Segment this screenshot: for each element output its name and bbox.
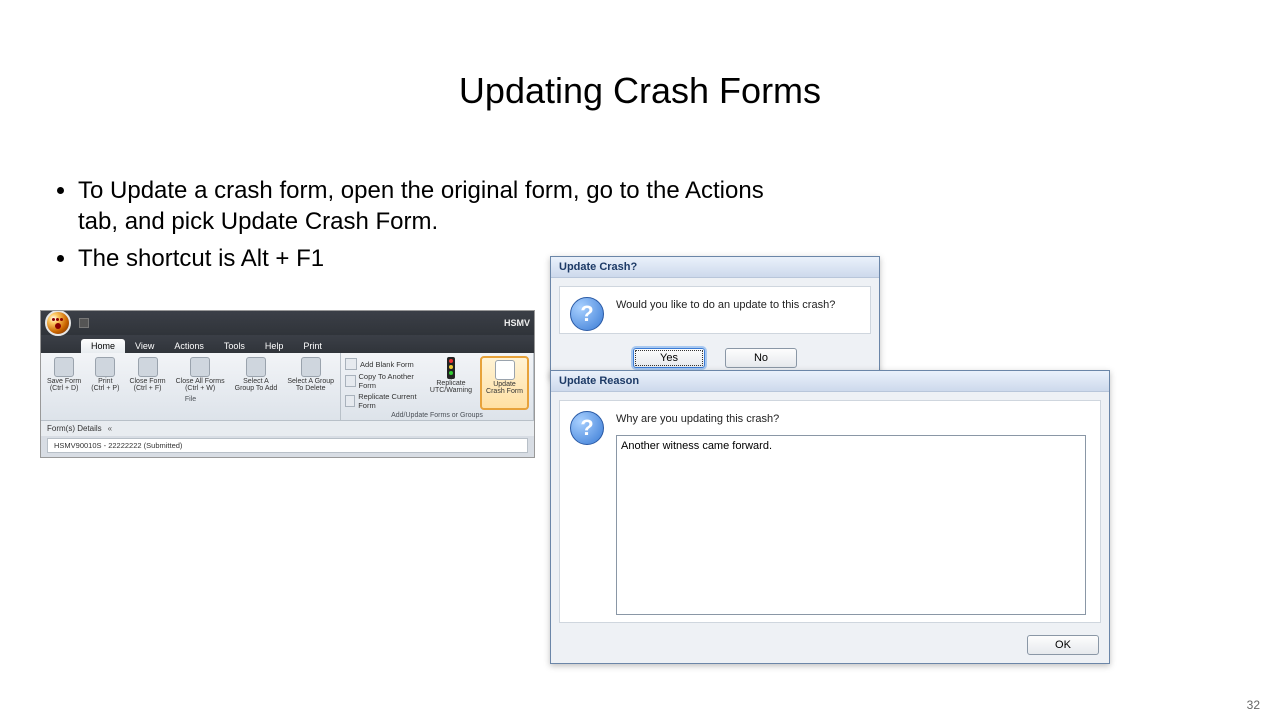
- panel-collapse-button[interactable]: «: [108, 424, 112, 433]
- close-form-button[interactable]: Close Form (Ctrl + F): [127, 356, 167, 394]
- ribbon-group-file: Save Form (Ctrl + D) Print (Ctrl + P) Cl…: [41, 353, 341, 420]
- replicate-current-form-link[interactable]: Replicate Current Form: [345, 392, 422, 410]
- replicate-icon: [345, 395, 355, 407]
- select-group-delete-button[interactable]: Select A Group To Delete: [285, 356, 336, 394]
- dialog-message: Would you like to do an update to this c…: [616, 299, 856, 311]
- dialog-message: Why are you updating this crash?: [616, 413, 1086, 425]
- app-ribbon: HSMV Home View Actions Tools Help Print …: [40, 310, 535, 458]
- save-form-button[interactable]: Save Form (Ctrl + D): [45, 356, 83, 394]
- traffic-light-icon: [441, 357, 461, 379]
- question-icon: ?: [570, 411, 604, 445]
- add-blank-form-link[interactable]: Add Blank Form: [345, 358, 422, 370]
- ribbon-group-add-update: Add Blank Form Copy To Another Form Repl…: [341, 353, 534, 420]
- no-button[interactable]: No: [725, 348, 797, 368]
- update-reason-textarea[interactable]: [616, 435, 1086, 615]
- page-number: 32: [1247, 698, 1260, 712]
- slide-title: Updating Crash Forms: [0, 70, 1280, 112]
- copy-to-another-form-link[interactable]: Copy To Another Form: [345, 372, 422, 390]
- open-document-tab[interactable]: HSMV90010S - 22222222 (Submitted): [47, 438, 528, 453]
- delete-group-icon: [301, 357, 321, 377]
- update-reason-dialog: Update Reason ? Why are you updating thi…: [550, 370, 1110, 664]
- ribbon-tabstrip: Home View Actions Tools Help Print: [41, 335, 534, 353]
- update-crash-form-button[interactable]: Update Crash Form: [480, 356, 529, 410]
- update-crash-icon: [495, 360, 515, 380]
- group-label-add-update: Add/Update Forms or Groups: [345, 412, 529, 419]
- printer-icon: [95, 357, 115, 377]
- paw-icon: [51, 316, 65, 330]
- save-icon: [54, 357, 74, 377]
- print-button[interactable]: Print (Ctrl + P): [89, 356, 121, 394]
- app-title: HSMV: [504, 318, 530, 328]
- select-group-add-button[interactable]: Select A Group To Add: [233, 356, 280, 394]
- copy-icon: [345, 375, 355, 387]
- group-label-file: File: [45, 396, 336, 403]
- tab-actions[interactable]: Actions: [164, 339, 214, 353]
- tab-view[interactable]: View: [125, 339, 164, 353]
- dialog-title: Update Reason: [551, 371, 1109, 392]
- replicate-utc-warning-button[interactable]: Replicate UTC/Warning: [428, 356, 474, 410]
- close-form-icon: [138, 357, 158, 377]
- blank-form-icon: [345, 358, 357, 370]
- tab-help[interactable]: Help: [255, 339, 294, 353]
- app-orb-button[interactable]: [45, 310, 71, 336]
- tab-print[interactable]: Print: [293, 339, 332, 353]
- dialog-title: Update Crash?: [551, 257, 879, 278]
- forms-details-panel-header: Form(s) Details: [47, 424, 102, 433]
- ok-button[interactable]: OK: [1027, 635, 1099, 655]
- question-icon: ?: [570, 297, 604, 331]
- add-group-icon: [246, 357, 266, 377]
- quick-access-toolbar[interactable]: [79, 318, 89, 328]
- tab-tools[interactable]: Tools: [214, 339, 255, 353]
- close-all-icon: [190, 357, 210, 377]
- yes-button[interactable]: Yes: [633, 348, 705, 368]
- update-crash-dialog: Update Crash? ? Would you like to do an …: [550, 256, 880, 379]
- bullet-1: To Update a crash form, open the origina…: [78, 175, 810, 237]
- tab-home[interactable]: Home: [81, 339, 125, 353]
- close-all-forms-button[interactable]: Close All Forms (Ctrl + W): [174, 356, 227, 394]
